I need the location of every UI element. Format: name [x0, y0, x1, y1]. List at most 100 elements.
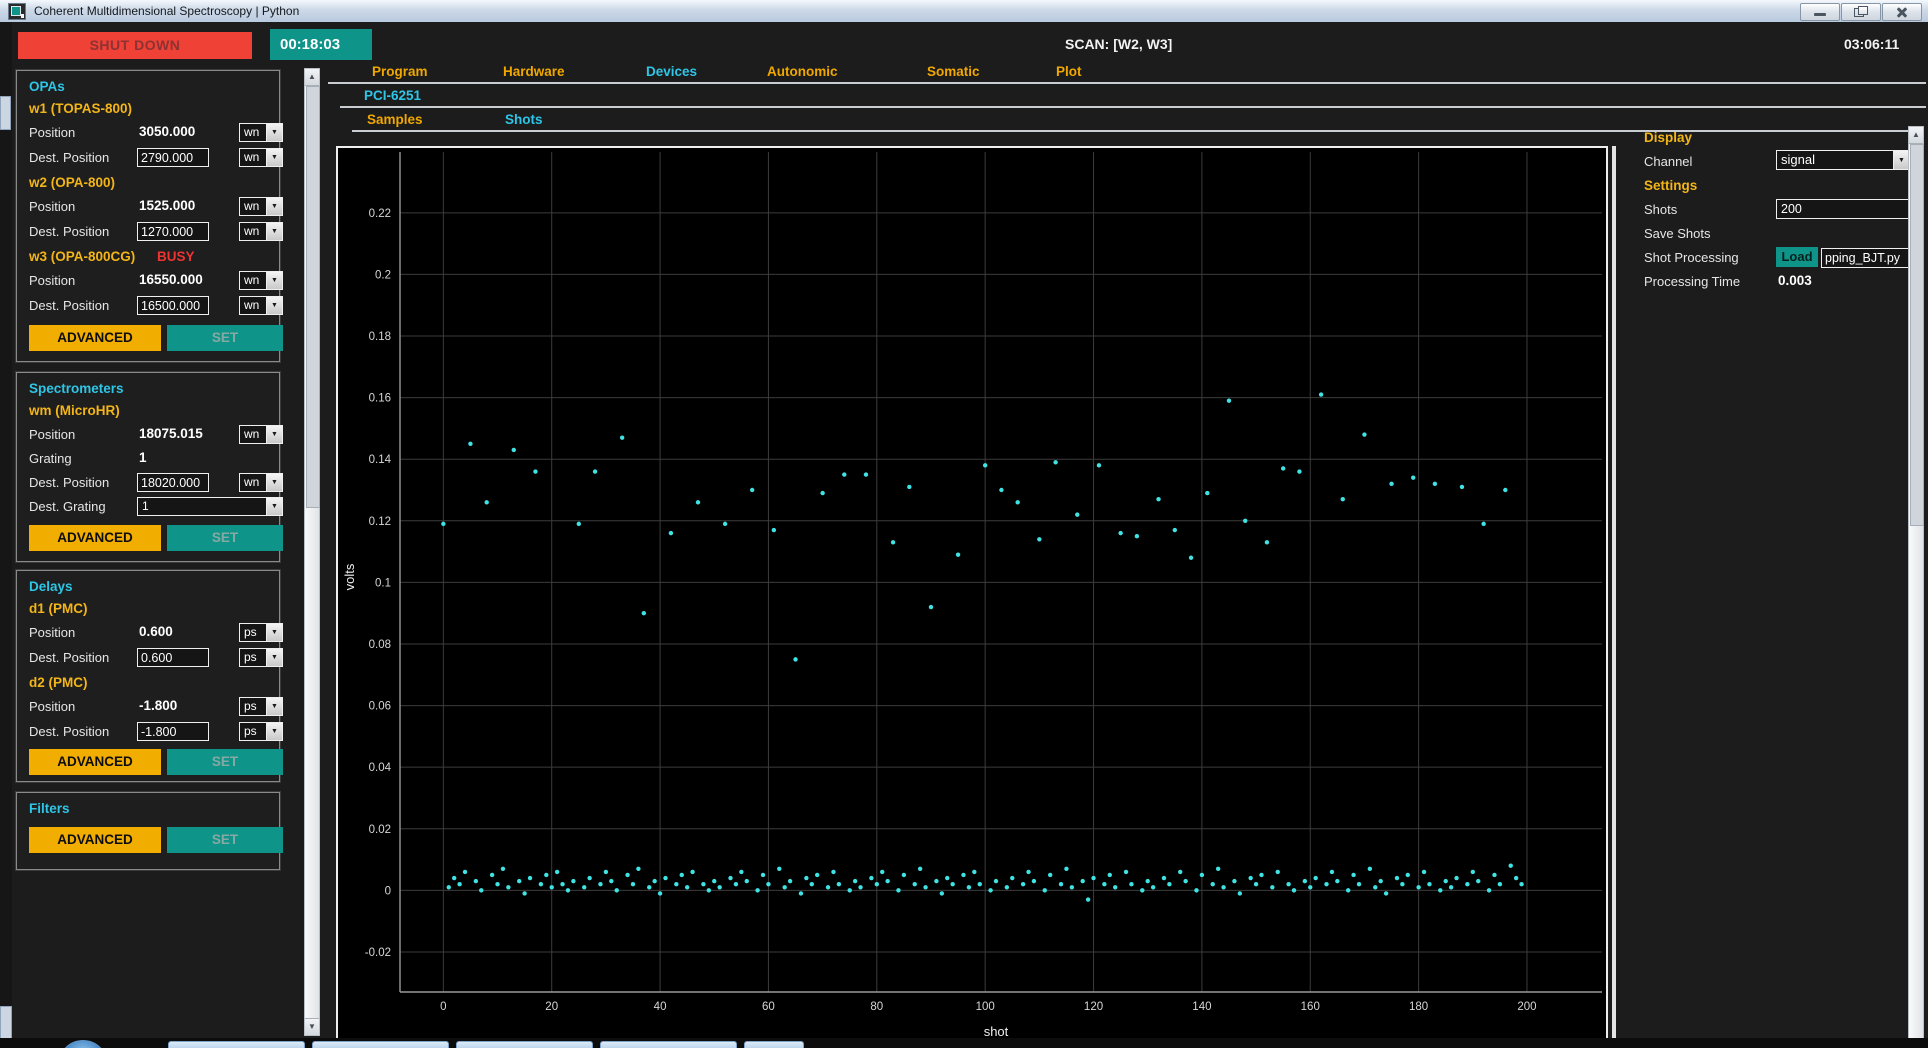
- w3-dest-label: Dest. Position: [29, 298, 110, 313]
- filters-title: Filters: [29, 801, 70, 816]
- background-window-edge: [0, 22, 12, 1040]
- svg-text:0.2: 0.2: [375, 269, 391, 281]
- scroll-up-icon[interactable]: ▲: [305, 69, 319, 86]
- svg-text:120: 120: [1084, 1001, 1103, 1013]
- spectrometers-groupbox: Spectrometers wm (MicroHR) Position 1807…: [16, 372, 283, 562]
- w3-position-units-select[interactable]: wn ▼: [239, 271, 283, 290]
- svg-text:-0.02: -0.02: [365, 947, 391, 959]
- wm-dest-units-select[interactable]: wn ▼: [239, 473, 283, 492]
- taskbar-app-button[interactable]: [168, 1041, 305, 1048]
- close-button[interactable]: [1882, 3, 1922, 21]
- processing-time-value: 0.003: [1778, 273, 1812, 288]
- taskbar-app-button[interactable]: [312, 1041, 449, 1048]
- d1-dest-input[interactable]: [137, 648, 209, 667]
- d2-position-units-select[interactable]: ps ▼: [239, 697, 283, 716]
- w3-dest-units-select[interactable]: wn ▼: [239, 296, 283, 315]
- w3-busy-badge: BUSY: [157, 249, 195, 264]
- w3-dest-input[interactable]: [137, 296, 209, 315]
- system-clock: 03:06:11: [1844, 36, 1900, 52]
- delays-set-button[interactable]: SET: [167, 749, 283, 775]
- chevron-down-icon[interactable]: ▼: [266, 297, 282, 314]
- elapsed-timer: 00:18:03: [270, 29, 372, 60]
- tab-plot[interactable]: Plot: [1056, 64, 1082, 79]
- panel-splitter[interactable]: [1612, 146, 1616, 1048]
- minimize-button[interactable]: [1800, 3, 1840, 21]
- chevron-down-icon[interactable]: ▼: [266, 649, 282, 666]
- restore-button[interactable]: [1841, 3, 1881, 21]
- filters-groupbox: Filters ADVANCED SET: [16, 792, 283, 870]
- processing-file-field[interactable]: pping_BJT.py: [1821, 248, 1917, 268]
- svg-text:180: 180: [1409, 1001, 1428, 1013]
- channel-select[interactable]: signal ▼: [1776, 150, 1910, 170]
- app-icon: [8, 3, 26, 20]
- spectrometers-set-button[interactable]: SET: [167, 525, 283, 551]
- chevron-down-icon[interactable]: ▼: [266, 426, 282, 443]
- processing-time-label: Processing Time: [1644, 274, 1741, 289]
- chevron-down-icon[interactable]: ▼: [266, 723, 282, 740]
- tab-devices[interactable]: Devices: [646, 64, 697, 79]
- svg-text:0.16: 0.16: [369, 393, 391, 405]
- opas-set-button[interactable]: SET: [167, 325, 283, 351]
- d1-dest-units-select[interactable]: ps ▼: [239, 648, 283, 667]
- d1-position-label: Position: [29, 625, 76, 640]
- tab-somatic[interactable]: Somatic: [927, 64, 980, 79]
- svg-text:200: 200: [1517, 1001, 1536, 1013]
- filters-advanced-button[interactable]: ADVANCED: [29, 827, 161, 853]
- delays-advanced-button[interactable]: ADVANCED: [29, 749, 161, 775]
- w2-dest-label: Dest. Position: [29, 224, 110, 239]
- chevron-down-icon[interactable]: ▼: [266, 124, 282, 141]
- app-window: SHUT DOWN 00:18:03 SCAN: [W2, W3] 03:06:…: [12, 22, 1928, 1048]
- shots-input[interactable]: [1776, 199, 1914, 219]
- shutdown-button[interactable]: SHUT DOWN: [18, 32, 252, 59]
- w2-dest-input[interactable]: [137, 222, 209, 241]
- wm-dest-input[interactable]: [137, 473, 209, 492]
- tab-pci-6251[interactable]: PCI-6251: [364, 88, 421, 103]
- right-panel-scrollbar-thumb[interactable]: [1910, 144, 1924, 526]
- scroll-up-icon[interactable]: ▲: [1909, 127, 1923, 144]
- chevron-down-icon[interactable]: ▼: [1893, 151, 1909, 169]
- d2-dest-input[interactable]: [137, 722, 209, 741]
- chevron-down-icon[interactable]: ▼: [266, 698, 282, 715]
- taskbar-app-button[interactable]: [456, 1041, 593, 1048]
- sidebar-scrollbar[interactable]: ▲ ▼: [304, 68, 320, 1036]
- tab-autonomic[interactable]: Autonomic: [767, 64, 838, 79]
- d2-dest-units-select[interactable]: ps ▼: [239, 722, 283, 741]
- sidebar-scrollbar-thumb[interactable]: [306, 86, 320, 508]
- tab-program[interactable]: Program: [372, 64, 428, 79]
- opas-advanced-button[interactable]: ADVANCED: [29, 325, 161, 351]
- d1-position-units-select[interactable]: ps ▼: [239, 623, 283, 642]
- d2-name: d2 (PMC): [29, 675, 88, 690]
- taskbar-app-button[interactable]: [744, 1041, 804, 1048]
- filters-set-button[interactable]: SET: [167, 827, 283, 853]
- chevron-down-icon[interactable]: ▼: [266, 272, 282, 289]
- svg-text:0.1: 0.1: [375, 577, 391, 589]
- chevron-down-icon[interactable]: ▼: [266, 624, 282, 641]
- svg-text:60: 60: [762, 1001, 775, 1013]
- scroll-down-icon[interactable]: ▼: [305, 1018, 319, 1035]
- chevron-down-icon[interactable]: ▼: [266, 149, 282, 166]
- chevron-down-icon[interactable]: ▼: [266, 198, 282, 215]
- w1-position-label: Position: [29, 125, 76, 140]
- w2-dest-units-select[interactable]: wn ▼: [239, 222, 283, 241]
- spectrometers-advanced-button[interactable]: ADVANCED: [29, 525, 161, 551]
- w2-position-units-select[interactable]: wn ▼: [239, 197, 283, 216]
- tab-samples[interactable]: Samples: [367, 112, 423, 127]
- wm-dest-grating-select[interactable]: 1 ▼: [137, 497, 283, 516]
- chevron-down-icon[interactable]: ▼: [266, 498, 282, 515]
- tab-hardware[interactable]: Hardware: [503, 64, 565, 79]
- w1-position-units-select[interactable]: wn ▼: [239, 123, 283, 142]
- load-script-button[interactable]: Load: [1776, 247, 1818, 267]
- start-button[interactable]: [58, 1040, 108, 1048]
- w1-dest-input[interactable]: [137, 148, 209, 167]
- tab-shots[interactable]: Shots: [505, 112, 543, 127]
- taskbar-app-button[interactable]: [600, 1041, 737, 1048]
- svg-text:0.06: 0.06: [369, 701, 391, 713]
- chevron-down-icon[interactable]: ▼: [266, 223, 282, 240]
- right-panel-scrollbar[interactable]: ▲ ▼: [1908, 126, 1924, 1048]
- wm-position-units-select[interactable]: wn ▼: [239, 425, 283, 444]
- w1-dest-units-select[interactable]: wn ▼: [239, 148, 283, 167]
- shot-processing-label: Shot Processing: [1644, 250, 1739, 265]
- shots-plot-panel: -0.02 0 0.02 0.04 0.06 0.08 0.1 0.12 0.14 0.16 0.1…: [336, 146, 1608, 1048]
- w2-position-label: Position: [29, 199, 76, 214]
- chevron-down-icon[interactable]: ▼: [266, 474, 282, 491]
